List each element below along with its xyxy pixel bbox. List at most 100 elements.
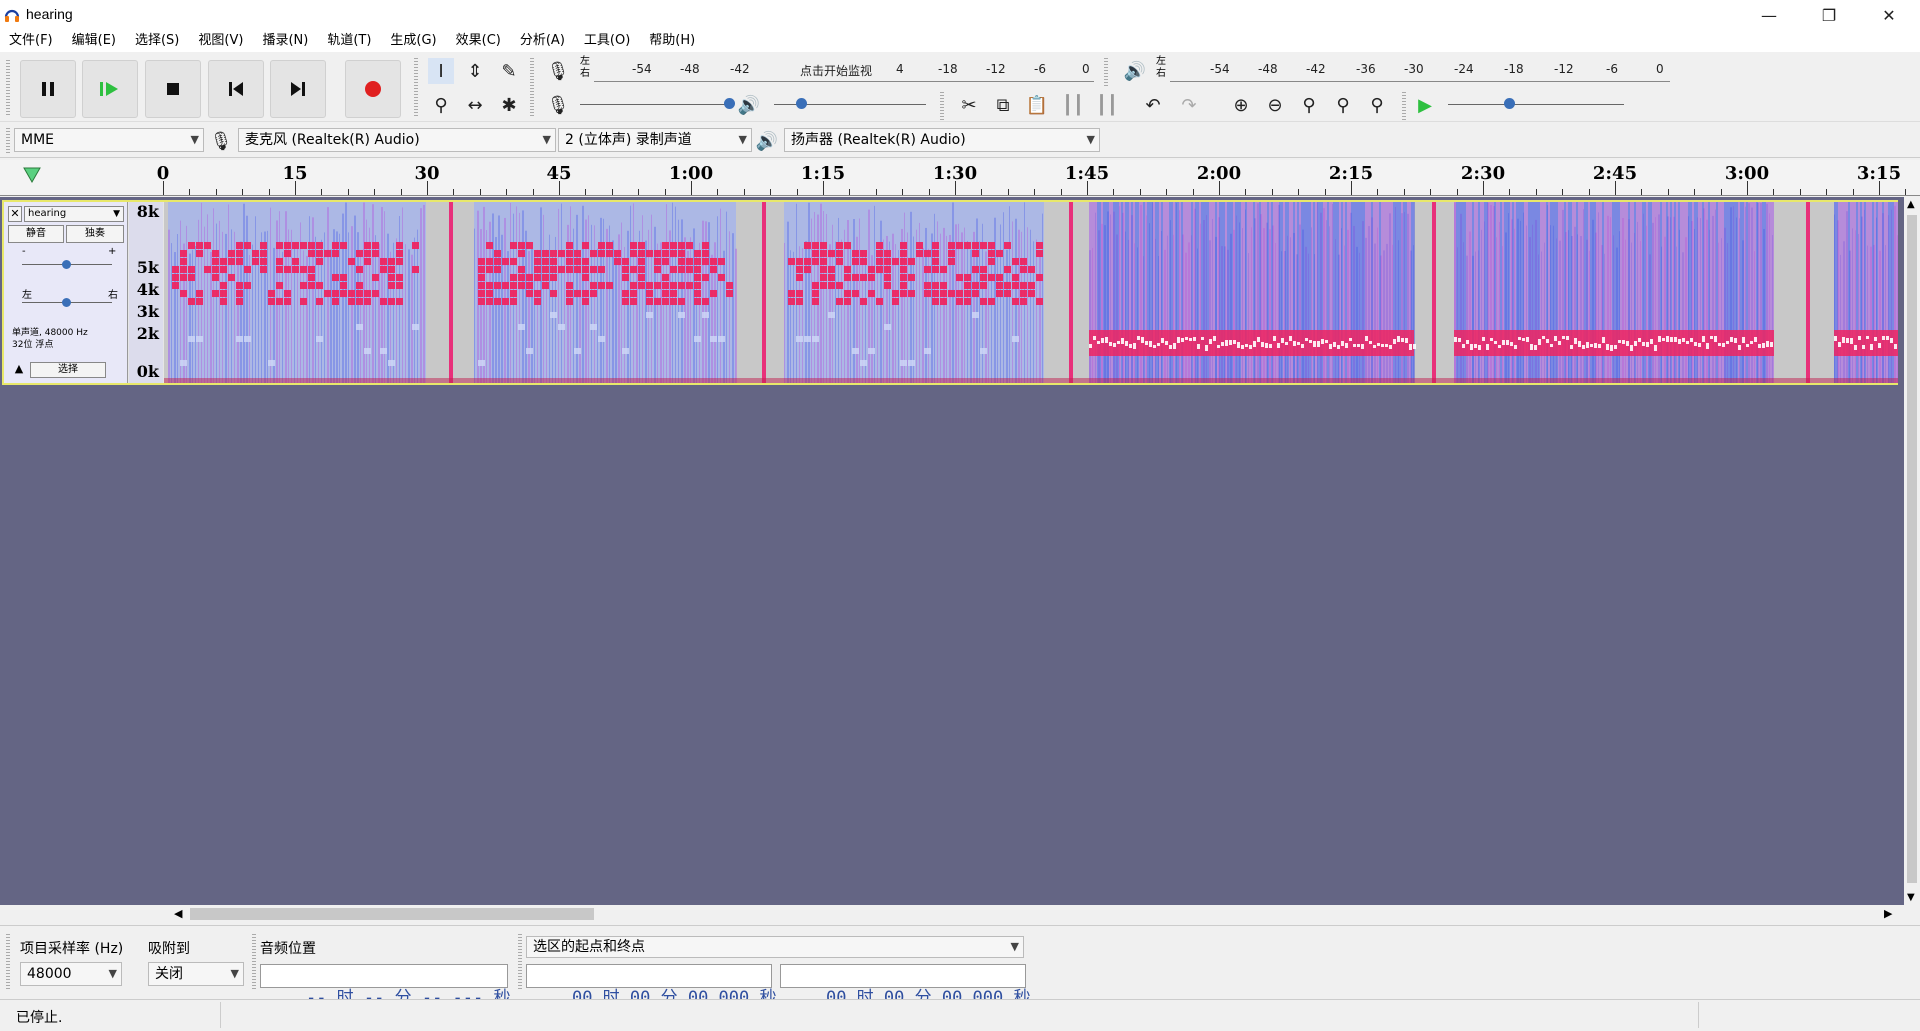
stop-button[interactable]	[145, 60, 201, 118]
slider-knob[interactable]	[1504, 98, 1515, 109]
zoom-tool-icon[interactable]: ⚲	[428, 92, 454, 118]
recording-channels-select[interactable]: 2 (立体声) 录制声道 ▼	[558, 128, 752, 152]
zoom-out-icon[interactable]: ⊖	[1262, 92, 1288, 118]
ruler-minor-tick	[1192, 189, 1194, 195]
close-window-button[interactable]: ✕	[1860, 0, 1918, 30]
toolbar-grip[interactable]	[530, 58, 534, 118]
timeshift-tool-icon[interactable]: ↔	[462, 92, 488, 118]
toolbar-grip[interactable]	[414, 58, 418, 118]
menu-analyze[interactable]: 分析(A)	[511, 30, 575, 52]
audio-track[interactable]: ✕ hearing ▼ 静音 独奏 - + 左 右 单声道, 48000 Hz 3…	[2, 200, 1898, 385]
minimize-button[interactable]: —	[1740, 0, 1798, 30]
menu-effect[interactable]: 效果(C)	[447, 30, 511, 52]
menu-tools[interactable]: 工具(O)	[575, 30, 640, 52]
fit-selection-icon[interactable]: ⚲	[1296, 92, 1322, 118]
spectrogram-glyph-block	[622, 298, 629, 305]
toolbar-grip[interactable]	[940, 92, 944, 120]
toolbar-grip[interactable]	[1402, 92, 1406, 120]
redo-icon[interactable]: ↷	[1176, 92, 1202, 118]
play-button[interactable]	[82, 60, 138, 118]
menu-help[interactable]: 帮助(H)	[640, 30, 705, 52]
envelope-tool-icon[interactable]: ⇕	[462, 58, 488, 84]
play-at-speed-icon[interactable]: ▶	[1412, 92, 1438, 118]
slider-knob[interactable]	[62, 260, 71, 269]
toolbar-grip[interactable]	[252, 934, 256, 990]
audio-host-select[interactable]: MME ▼	[14, 128, 204, 152]
selection-start-field[interactable]: 00 时 00 分 00.000 秒	[526, 964, 776, 1008]
gain-slider[interactable]	[22, 252, 112, 276]
playback-device-select[interactable]: 扬声器 (Realtek(R) Audio) ▼	[784, 128, 1100, 152]
draw-tool-icon[interactable]: ✎	[496, 58, 522, 84]
menu-tracks[interactable]: 轨道(T)	[318, 30, 381, 52]
playback-meter[interactable]: -54 -48 -42 -36 -30 -24 -18 -12 -6 0	[1170, 60, 1670, 84]
project-rate-select[interactable]: 48000 ▼	[20, 962, 122, 986]
spectrogram-view[interactable]	[164, 202, 1898, 383]
toolbar-grip[interactable]	[6, 60, 10, 116]
menu-edit[interactable]: 编辑(E)	[63, 30, 126, 52]
skip-to-start-button[interactable]	[208, 60, 264, 118]
selection-mode-select[interactable]: 选区的起点和终点 ▼	[526, 936, 1024, 958]
timeline-ruler[interactable]: 0 15 30 45 1:00 1:15 1:30 1:45 2:00 2:15 2:30 2:45 3…	[0, 160, 1920, 196]
meter-click-to-monitor[interactable]: 点击开始监视	[800, 62, 872, 79]
recording-volume-slider[interactable]	[580, 92, 735, 116]
toolbar-grip[interactable]	[6, 128, 10, 154]
snap-to-select[interactable]: 关闭 ▼	[148, 962, 244, 986]
track-bit-depth: 32位 浮点	[12, 340, 54, 350]
mute-button[interactable]: 静音	[8, 225, 64, 243]
collapse-track-icon[interactable]: ▲	[10, 362, 28, 378]
trim-audio-icon[interactable]: ┃┃	[1060, 92, 1086, 118]
horizontal-scrollbar[interactable]: ◀ ▶	[0, 905, 1904, 923]
zoom-in-icon[interactable]: ⊕	[1228, 92, 1254, 118]
spectrogram-peak	[1105, 337, 1108, 343]
recording-device-select[interactable]: 麦克风 (Realtek(R) Audio) ▼	[238, 128, 556, 152]
multi-tool-icon[interactable]: ✱	[496, 92, 522, 118]
undo-icon[interactable]: ↶	[1140, 92, 1166, 118]
vertical-scrollbar[interactable]: ▲ ▼	[1904, 197, 1920, 905]
silence-audio-icon[interactable]: ┃┃	[1094, 92, 1120, 118]
menu-transport[interactable]: 播录(N)	[253, 30, 318, 52]
zoom-toggle-icon[interactable]: ⚲	[1364, 92, 1390, 118]
vertical-scroll-thumb[interactable]	[1907, 215, 1917, 883]
play-head-marker-icon[interactable]	[22, 166, 42, 184]
toolbar-grip[interactable]	[1104, 58, 1108, 86]
selection-tool-icon[interactable]: I	[428, 58, 454, 84]
menu-view[interactable]: 视图(V)	[189, 30, 253, 52]
copy-icon[interactable]: ⧉	[990, 92, 1016, 118]
menu-file[interactable]: 文件(F)	[0, 30, 63, 52]
spectrogram-glyph-block	[542, 282, 549, 289]
toolbar-grip[interactable]	[518, 934, 522, 990]
pan-slider[interactable]	[22, 290, 112, 314]
slider-knob[interactable]	[62, 298, 71, 307]
cut-icon[interactable]: ✂	[956, 92, 982, 118]
fit-project-icon[interactable]: ⚲	[1330, 92, 1356, 118]
playback-volume-slider[interactable]	[774, 92, 926, 116]
selection-end-field[interactable]: 00 时 00 分 00.000 秒	[780, 964, 1030, 1008]
scroll-left-icon[interactable]: ◀	[174, 907, 182, 920]
slider-knob[interactable]	[724, 98, 735, 109]
menu-select[interactable]: 选择(S)	[126, 30, 189, 52]
spectrogram-faint-block	[972, 312, 979, 318]
select-track-button[interactable]: 选择	[30, 362, 106, 378]
spectrogram-glyph-block	[526, 242, 533, 249]
play-at-speed-slider[interactable]	[1448, 92, 1624, 116]
record-button[interactable]	[345, 60, 401, 118]
maximize-button[interactable]: ❐	[1800, 0, 1858, 30]
ruler-minor-tick	[717, 189, 719, 195]
solo-button[interactable]: 独奏	[66, 225, 124, 243]
scroll-right-icon[interactable]: ▶	[1884, 907, 1892, 920]
record-meter[interactable]: -54 -48 -42 点击开始监视 4 -18 -12 -6 0	[594, 60, 1094, 84]
slider-knob[interactable]	[796, 98, 807, 109]
track-name-menu[interactable]: hearing ▼	[24, 206, 124, 222]
scroll-up-icon[interactable]: ▲	[1907, 199, 1915, 210]
horizontal-scroll-thumb[interactable]	[190, 908, 594, 920]
skip-to-end-button[interactable]	[270, 60, 326, 118]
playback-meter-speaker-icon[interactable]: 🔊	[1122, 58, 1148, 84]
paste-icon[interactable]: 📋	[1024, 92, 1050, 118]
pause-button[interactable]	[20, 60, 76, 118]
scroll-down-icon[interactable]: ▼	[1907, 892, 1915, 903]
record-meter-mic-icon[interactable]: 🎙	[545, 58, 571, 84]
toolbar-grip[interactable]	[6, 934, 10, 990]
close-track-icon[interactable]: ✕	[8, 206, 22, 222]
audio-position-field[interactable]: -- 时 -- 分 --.--- 秒	[260, 964, 510, 1008]
menu-generate[interactable]: 生成(G)	[381, 30, 446, 52]
